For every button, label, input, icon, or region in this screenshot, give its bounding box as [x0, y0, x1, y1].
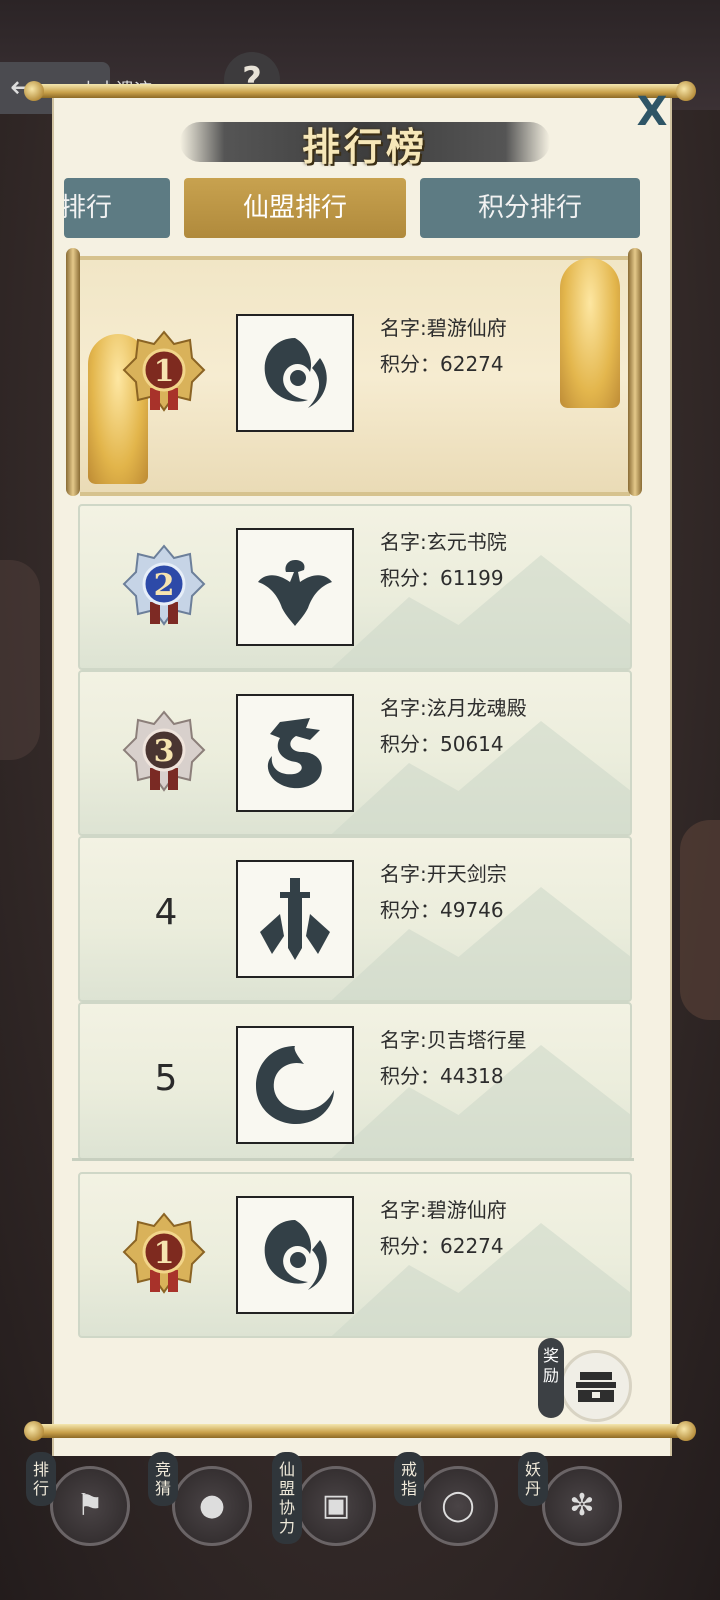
reward-button[interactable]: 奖励 [532, 1334, 632, 1424]
guild-name: 名字:碧游仙府 [380, 316, 507, 340]
guild-score: 积分：61199 [380, 566, 504, 590]
nav-demon-core[interactable]: ✼ 妖丹 [518, 1452, 628, 1562]
nav-guess[interactable]: ● 竞猜 [148, 1452, 258, 1562]
guild-score: 积分：44318 [380, 1064, 504, 1088]
tab-score-ranking[interactable]: 积分排行 [420, 178, 640, 238]
guild-score: 积分：50614 [380, 732, 504, 756]
guild-name: 名字:贝吉塔行星 [380, 1028, 527, 1052]
list-divider [72, 1158, 634, 1161]
reward-label: 奖励 [538, 1338, 564, 1418]
medal-rank-text: 1 [154, 354, 175, 389]
silver-medal-icon: 2 [122, 544, 206, 626]
guild-score: 积分：49746 [380, 898, 504, 922]
medal-rank-text: 3 [154, 734, 175, 769]
side-decoration [0, 560, 40, 760]
rank-number: 4 [154, 892, 178, 933]
tab-ranking[interactable]: 排行 [64, 178, 170, 238]
nav-label: 排行 [26, 1452, 56, 1506]
panel-bottom-rod [24, 1421, 696, 1441]
my-guild-name: 名字:碧游仙府 [380, 1198, 507, 1222]
scroll-roller-left [66, 248, 80, 496]
guild-avatar[interactable] [236, 1026, 354, 1144]
medal-rank-text: 2 [154, 568, 175, 603]
nav-label: 妖丹 [518, 1452, 548, 1506]
gold-medal-icon: 1 [122, 1212, 206, 1294]
nav-ring[interactable]: ◯ 戒指 [394, 1452, 504, 1562]
ring-icon: ◯ [418, 1466, 498, 1546]
orb-icon: ✼ [542, 1466, 622, 1546]
nav-ranking[interactable]: ⚑ 排行 [26, 1452, 136, 1562]
swirl-emblem-icon [264, 1220, 327, 1290]
guild-score: 积分：62274 [380, 352, 504, 376]
close-icon[interactable]: X [632, 92, 672, 132]
tab-guild-ranking[interactable]: 仙盟排行 [184, 178, 406, 238]
banner-icon: ⚑ [50, 1466, 130, 1546]
panel-title-banner: 排行榜 [180, 112, 550, 169]
guild-avatar[interactable] [236, 314, 354, 432]
guild-avatar[interactable] [236, 860, 354, 978]
dragon-emblem-icon [267, 718, 322, 789]
phoenix-emblem-icon [258, 560, 332, 626]
mountain-backdrop [310, 1045, 630, 1158]
guild-avatar[interactable] [236, 694, 354, 812]
nav-label: 仙盟协力 [272, 1452, 302, 1544]
side-decoration [680, 820, 720, 1020]
medal-rank-text: 1 [154, 1236, 175, 1271]
reward-chest-icon [560, 1350, 632, 1422]
panel-title: 排行榜 [301, 125, 428, 169]
bronze-medal-icon: 3 [122, 710, 206, 792]
gold-medal-icon: 1 [122, 330, 206, 412]
nav-label: 戒指 [394, 1452, 424, 1506]
guild-name: 名字:开天剑宗 [380, 862, 507, 886]
rank-number: 5 [154, 1058, 178, 1099]
guild-avatar[interactable] [236, 1196, 354, 1314]
nav-guild-assist[interactable]: ▣ 仙盟协力 [272, 1452, 382, 1562]
golden-phoenix-decoration [560, 258, 620, 408]
my-guild-score: 积分：62274 [380, 1234, 504, 1258]
tab-label: 排行 [64, 193, 112, 223]
treasure-chest-icon: ▣ [296, 1466, 376, 1546]
nav-label: 竞猜 [148, 1452, 178, 1506]
guild-name: 名字:玄元书院 [380, 530, 507, 554]
crescent-emblem-icon [256, 1046, 334, 1124]
swirl-emblem-icon [264, 338, 327, 408]
scroll-roller-right [628, 248, 642, 496]
guild-name: 名字:泫月龙魂殿 [380, 696, 527, 720]
sword-emblem-icon [260, 878, 330, 960]
dice-icon: ● [172, 1466, 252, 1546]
panel-top-rod [24, 81, 696, 101]
guild-avatar[interactable] [236, 528, 354, 646]
